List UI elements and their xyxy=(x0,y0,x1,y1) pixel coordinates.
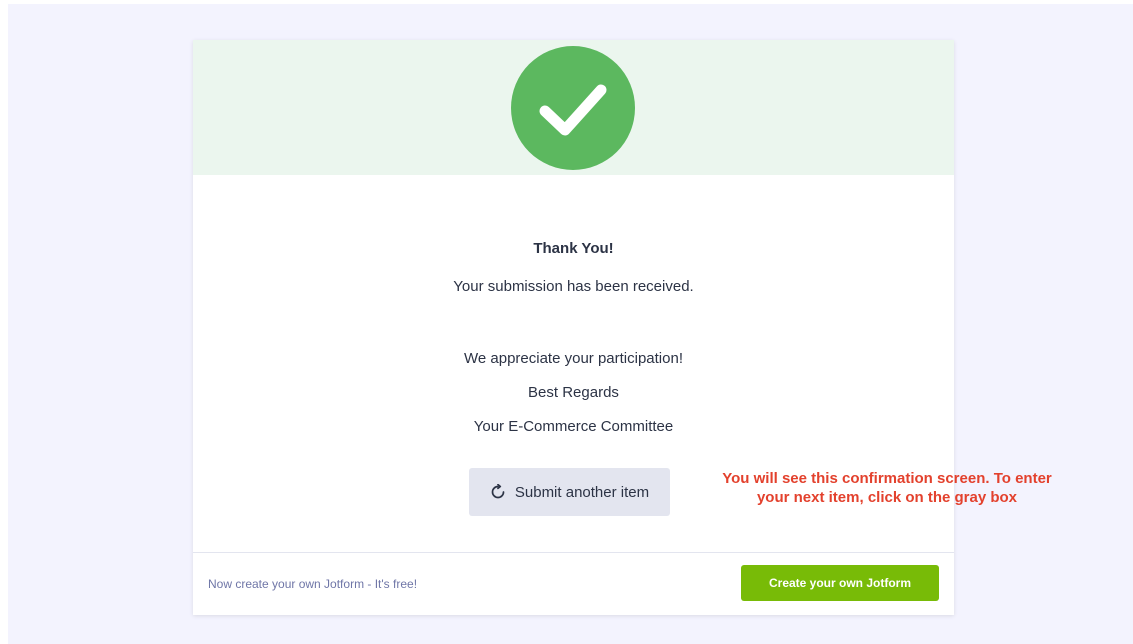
footer-divider xyxy=(193,552,954,553)
create-jotform-button[interactable]: Create your own Jotform xyxy=(741,565,939,601)
submit-another-label: Submit another item xyxy=(514,483,650,501)
signature-text: Your E-Commerce Committee xyxy=(473,418,674,435)
thank-you-title: Thank You! xyxy=(533,240,614,257)
success-banner xyxy=(193,40,954,175)
confirmation-card: Thank You! Your submission has been rece… xyxy=(193,40,954,615)
annotation-line-2: your next item, click on the gray box xyxy=(756,489,1018,506)
submission-received-text: Your submission has been received. xyxy=(453,278,694,295)
instruction-annotation: You will see this confirmation screen. T… xyxy=(672,469,1102,507)
regards-text: Best Regards xyxy=(528,384,619,401)
annotation-line-1: You will see this confirmation screen. T… xyxy=(722,470,1052,487)
appreciation-text: We appreciate your participation! xyxy=(463,350,683,367)
refresh-icon xyxy=(490,483,506,500)
footer-promo-text: Now create your own Jotform - It's free! xyxy=(208,577,418,591)
check-circle-icon xyxy=(511,46,635,170)
submit-another-button[interactable]: Submit another item xyxy=(469,468,670,516)
